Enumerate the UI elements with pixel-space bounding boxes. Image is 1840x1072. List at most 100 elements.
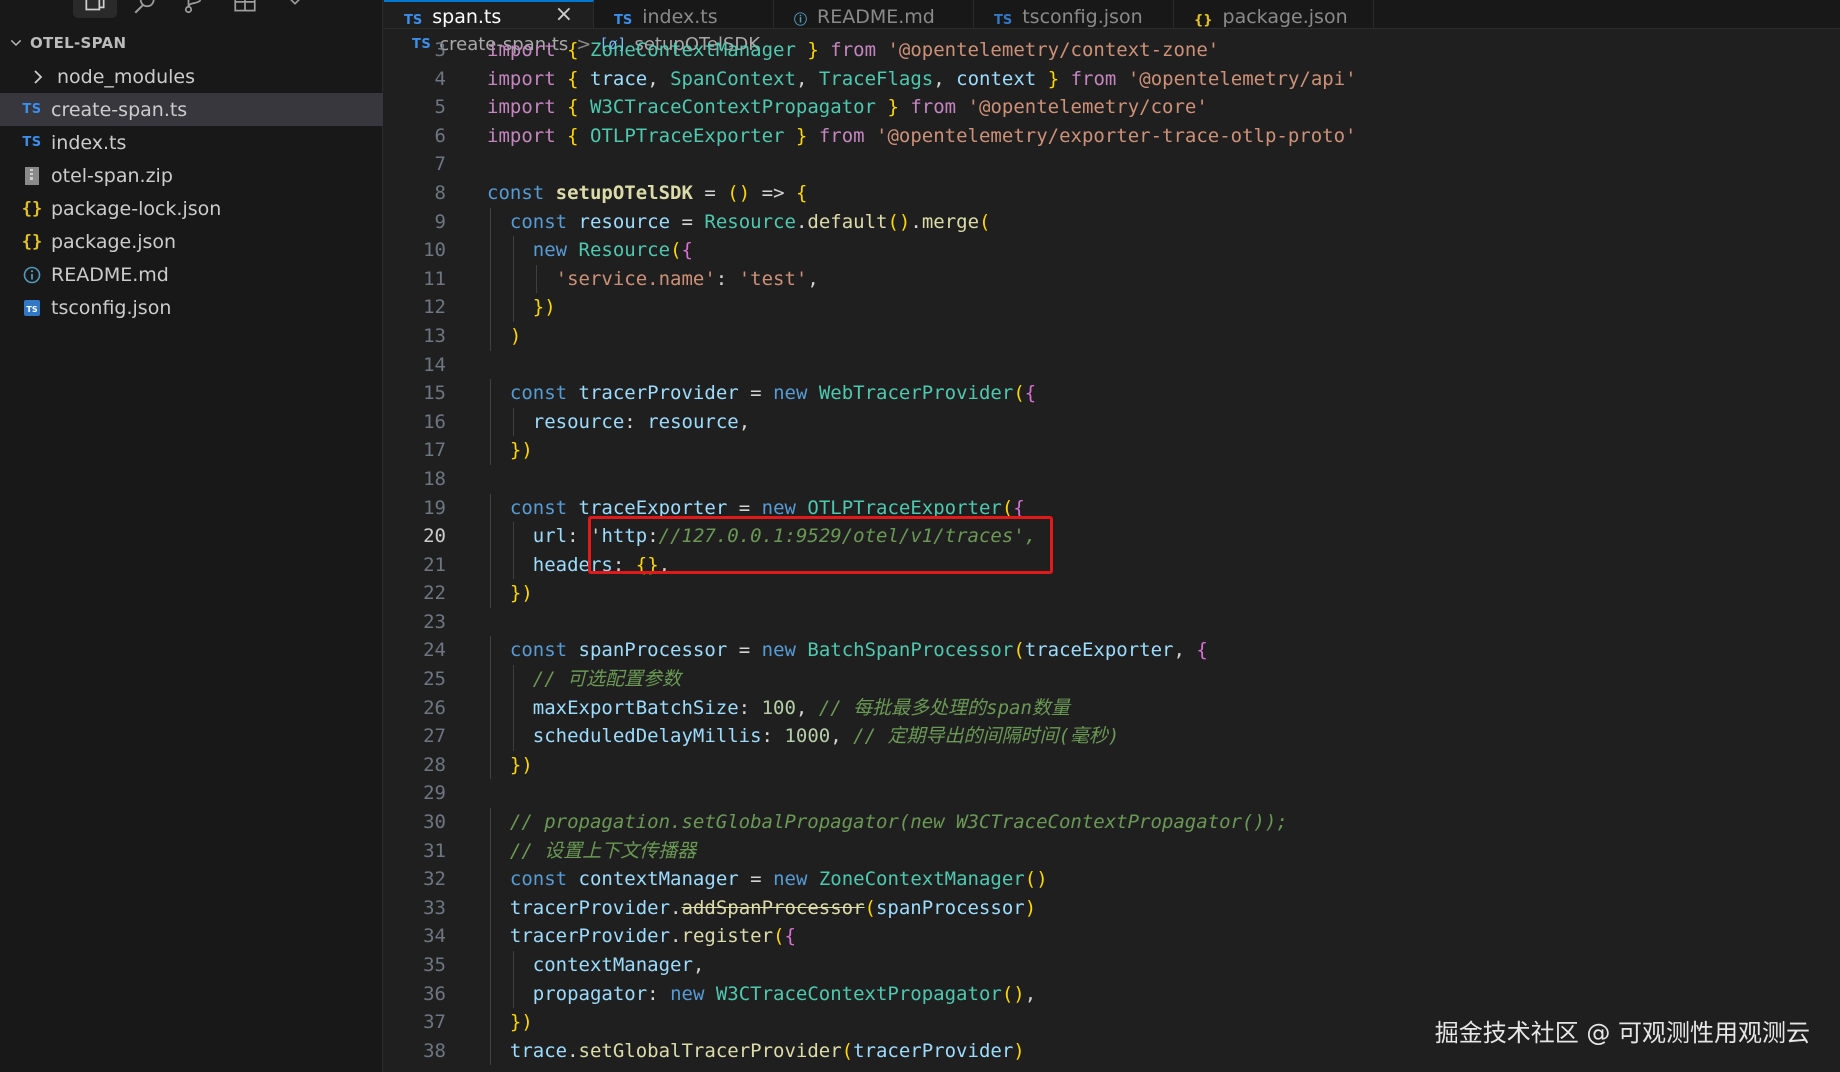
tab-index[interactable]: TS index.ts — [594, 0, 774, 28]
code-line[interactable]: 9 const resource = Resource.default().me… — [384, 207, 1840, 237]
code-line[interactable]: 31 // 设置上下文传播器 — [384, 836, 1840, 866]
code-text: const spanProcessor = new BatchSpanProce… — [509, 639, 1208, 662]
code-text: maxExportBatchSize: 100, // 每批最多处理的span数… — [532, 696, 1070, 719]
tree-item-label: README.md — [51, 263, 169, 286]
code-line[interactable]: 24 const spanProcessor = new BatchSpanPr… — [384, 636, 1840, 666]
tree-item-package-lock-json[interactable]: {} package-lock.json — [0, 192, 383, 225]
code-line[interactable]: 6 import { OTLPTraceExporter } from '@ope… — [384, 122, 1840, 151]
code-line[interactable]: 30 // propagation.setGlobalPropagator(ne… — [384, 808, 1840, 837]
watermark: 掘金技术社区 @ 可观测性用观测云 — [1434, 1019, 1810, 1047]
json-file-icon: {} — [21, 231, 43, 252]
code-line[interactable]: 36 propagator: new W3CTraceContextPropag… — [384, 979, 1840, 1009]
code-line[interactable]: 8 const setupOTelSDK = () => { — [384, 179, 1840, 208]
tree-item-label: package.json — [51, 230, 177, 253]
explorer-icon[interactable] — [73, 0, 117, 18]
line-number: 37 — [423, 1011, 446, 1034]
code-line[interactable]: 15 const tracerProvider = new WebTracerP… — [384, 379, 1840, 408]
code-text: contextManager, — [532, 954, 705, 976]
line-number: 31 — [423, 839, 446, 862]
code-text: import { ZoneContextManager } from '@ope… — [487, 39, 1220, 61]
tree-item-index[interactable]: TS index.ts — [0, 126, 383, 159]
editor-tab-bar: TS create-span.ts × TS index.ts ⓘ README… — [384, 0, 1840, 29]
tree-item-label: package-lock.json — [51, 197, 222, 220]
code-line[interactable]: 18 — [384, 465, 1840, 494]
code-line[interactable]: 12 }) — [384, 293, 1840, 322]
code-text: import { OTLPTraceExporter } from '@open… — [487, 124, 1357, 147]
code-line[interactable]: 5 import { W3CTraceContextPropagator } fr… — [384, 93, 1840, 122]
code-line[interactable]: 3 import { ZoneContextManager } from '@op… — [384, 36, 1840, 65]
source-control-icon[interactable] — [170, 0, 220, 18]
code-text: // propagation.setGlobalPropagator(new W… — [509, 811, 1288, 834]
code-text: 'service.name': 'test', — [555, 267, 819, 290]
code-line[interactable]: 29 — [384, 779, 1840, 808]
line-number: 30 — [423, 811, 446, 834]
code-line[interactable]: 14 — [384, 351, 1840, 380]
section-title: OTEL-SPAN — [30, 34, 127, 52]
code-text: tracerProvider.register({ — [509, 925, 796, 948]
code-text: const setupOTelSDK = () => { — [487, 181, 808, 204]
tsconfig-file-icon: TS — [994, 13, 1013, 28]
search-icon[interactable] — [120, 0, 170, 18]
tree-item-create-span[interactable]: TS create-span.ts — [0, 93, 383, 126]
code-line[interactable]: 26 maxExportBatchSize: 100, // 每批最多处理的sp… — [384, 693, 1840, 723]
code-text: propagator: new W3CTraceContextPropagato… — [532, 982, 1037, 1005]
line-number: 14 — [423, 353, 446, 376]
tree-item-readme[interactable]: README.md — [0, 258, 383, 291]
line-number: 22 — [423, 582, 446, 605]
code-line[interactable]: 7 — [384, 150, 1840, 179]
code-line[interactable]: 35 contextManager, — [384, 951, 1840, 980]
code-text: const contextManager = new ZoneContextMa… — [509, 868, 1048, 891]
tree-item-package-json[interactable]: {} package.json — [0, 225, 383, 258]
code-text: }) — [509, 753, 533, 776]
tree-item-label: tsconfig.json — [51, 296, 172, 319]
code-line[interactable]: 13 ) — [384, 321, 1840, 351]
line-number: 4 — [434, 67, 446, 90]
tab-label: README.md — [817, 6, 935, 28]
line-number: 13 — [423, 324, 446, 347]
code-text: resource: resource, — [532, 410, 751, 433]
code-line[interactable]: 16 resource: resource, — [384, 407, 1840, 437]
extensions-icon[interactable] — [220, 0, 270, 18]
json-file-icon: {} — [1194, 13, 1213, 28]
code-line[interactable]: 17 }) — [384, 436, 1840, 465]
line-number: 3 — [434, 39, 446, 61]
code-line[interactable]: 32 const contextManager = new ZoneContex… — [384, 865, 1840, 894]
code-line[interactable]: 34 tracerProvider.register({ — [384, 922, 1840, 951]
typescript-file-icon: TS — [614, 13, 633, 28]
code-line[interactable]: 4 import { trace, SpanContext, TraceFlags… — [384, 65, 1840, 94]
code-text: import { trace, SpanContext, TraceFlags,… — [487, 67, 1357, 90]
tree-item-label: index.ts — [51, 131, 127, 154]
tree-item-node-modules[interactable]: node_modules — [0, 60, 383, 93]
tab-package-json[interactable]: {} package.json — [1174, 0, 1374, 28]
line-number: 25 — [423, 668, 446, 691]
line-number: 19 — [423, 496, 446, 519]
code-line[interactable]: 33 tracerProvider.addSpanProcessor(spanP… — [384, 893, 1840, 923]
tree-item-otel-span-zip[interactable]: otel-span.zip — [0, 159, 383, 192]
line-number: 6 — [434, 124, 446, 147]
code-line[interactable]: 22 }) — [384, 579, 1840, 608]
code-text: const tracerProvider = new WebTracerProv… — [509, 382, 1037, 405]
code-line[interactable]: 23 — [384, 608, 1840, 637]
code-text: const resource = Resource.default().merg… — [509, 210, 991, 233]
line-number: 18 — [423, 467, 446, 490]
tab-label: index.ts — [642, 6, 718, 28]
tab-readme[interactable]: ⓘ README.md — [774, 0, 974, 28]
line-number: 12 — [423, 296, 446, 319]
code-text: tracerProvider.addSpanProcessor(spanProc… — [509, 896, 1037, 919]
code-text: ) — [509, 324, 522, 347]
code-text: }) — [509, 582, 533, 605]
explorer-section-header[interactable]: OTEL-SPAN — [8, 32, 126, 54]
tab-tsconfig[interactable]: TS tsconfig.json — [974, 0, 1174, 28]
code-line[interactable]: 11 'service.name': 'test', — [384, 264, 1840, 294]
tab-create-span[interactable]: TS create-span.ts × — [384, 0, 594, 28]
code-line[interactable]: 28 }) — [384, 750, 1840, 780]
code-line[interactable]: 25 // 可选配置参数 — [384, 665, 1840, 694]
close-icon[interactable]: × — [555, 2, 573, 27]
svg-text:TS: TS — [26, 305, 37, 314]
chevron-down-icon[interactable] — [270, 0, 320, 18]
code-line[interactable]: 10 new Resource({ — [384, 236, 1840, 265]
tree-item-tsconfig[interactable]: TS tsconfig.json — [0, 291, 383, 324]
line-number: 34 — [423, 925, 446, 948]
code-line[interactable]: 27 scheduledDelayMillis: 1000, // 定期导出的间… — [384, 722, 1840, 751]
line-number: 27 — [423, 725, 446, 748]
